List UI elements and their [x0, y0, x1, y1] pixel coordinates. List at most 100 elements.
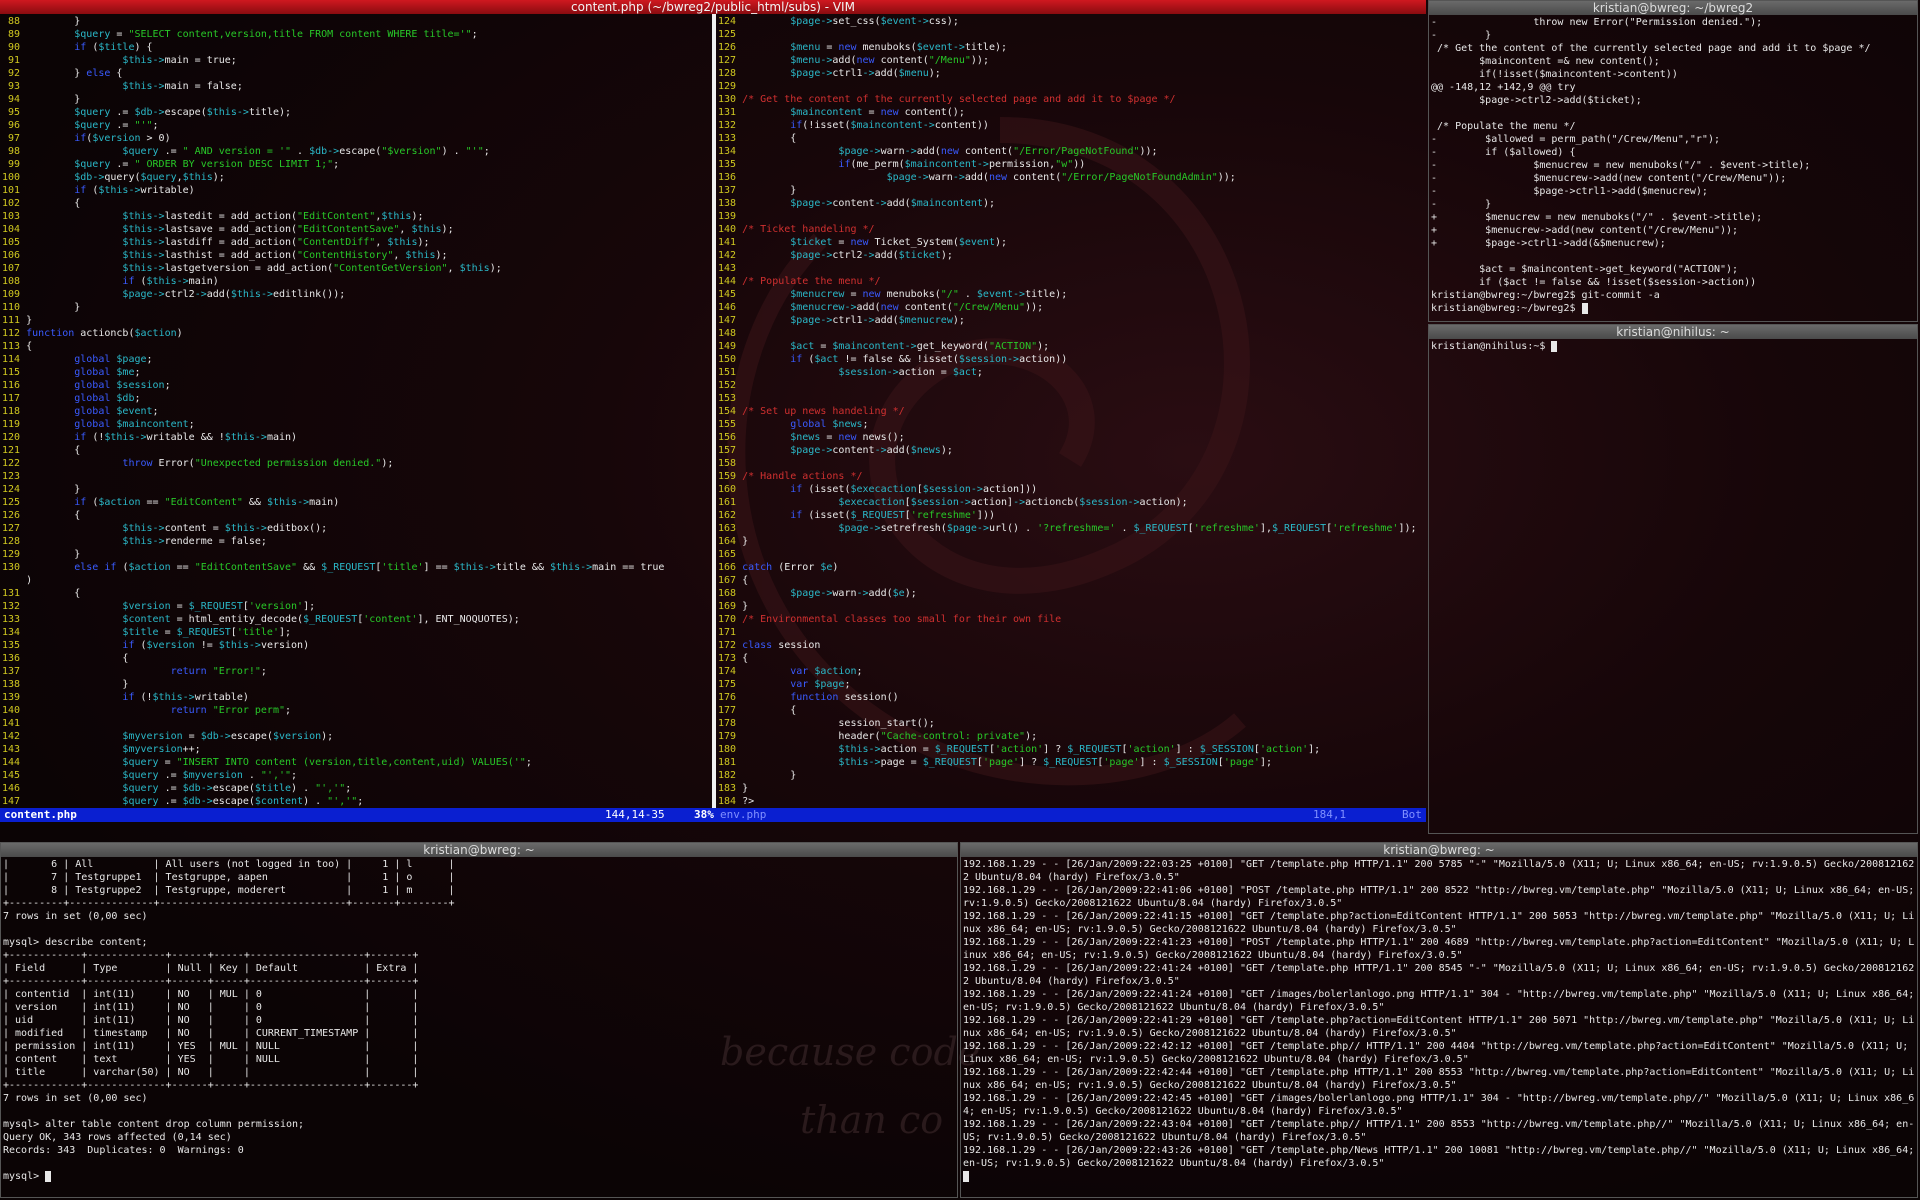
mysql-terminal-output[interactable]: | 6 | All | All users (not logged in too…	[1, 857, 957, 1197]
code-line[interactable]: 183 }	[718, 783, 748, 794]
code-line[interactable]: 144 /* Populate the menu */	[718, 276, 881, 287]
code-line[interactable]: 105 $this->lastdiff = add_action("Conten…	[2, 237, 430, 248]
code-line[interactable]: 91 $this->main = true;	[2, 55, 237, 66]
code-line[interactable]: 147 $page->ctrl1->add($menucrew);	[718, 315, 965, 326]
code-line[interactable]: 170 /* Environmental classes too small f…	[718, 614, 1061, 625]
vim-right-pane[interactable]: 124 $page->set_css($event->css); 125 126…	[716, 14, 1426, 810]
code-line[interactable]: 148	[718, 328, 742, 339]
code-line[interactable]: 108 if ($this->main)	[2, 276, 219, 287]
code-line[interactable]: 102 {	[2, 198, 80, 209]
code-line[interactable]: 140 /* Ticket handeling */	[718, 224, 875, 235]
code-line[interactable]: 143 $myversion++;	[2, 744, 201, 755]
code-line[interactable]: 116 global $session;	[2, 380, 171, 391]
code-line[interactable]: 173 {	[718, 653, 748, 664]
nihilus-terminal-output[interactable]: kristian@nihilus:~$	[1429, 339, 1917, 833]
code-line[interactable]: 133 {	[718, 133, 796, 144]
code-line[interactable]: 182 }	[718, 770, 796, 781]
code-line[interactable]: 110 }	[2, 302, 80, 313]
code-line[interactable]: 124 }	[2, 484, 80, 495]
code-line[interactable]: 136 {	[2, 653, 128, 664]
code-line[interactable]: 181 $this->page = $_REQUEST['page'] ? $_…	[718, 757, 1272, 768]
code-line[interactable]: 142 $myversion = $db->escape($version);	[2, 731, 333, 742]
code-line[interactable]: 122 throw Error("Unexpected permission d…	[2, 458, 393, 469]
nihilus-terminal-window[interactable]: kristian@nihilus: ~ kristian@nihilus:~$	[1428, 324, 1918, 834]
code-line[interactable]: 147 $query .= $db->escape($content) . "'…	[2, 796, 363, 807]
code-line[interactable]: 107 $this->lastgetversion = add_action("…	[2, 263, 502, 274]
code-line[interactable]: 150 if ($act != false && !isset($session…	[718, 354, 1067, 365]
code-line[interactable]: 180 $this->action = $_REQUEST['action'] …	[718, 744, 1320, 755]
code-line[interactable]: 166 catch (Error $e)	[718, 562, 838, 573]
code-line[interactable]: )	[2, 575, 32, 586]
code-line[interactable]: 179 header("Cache-control: private");	[718, 731, 1037, 742]
code-line[interactable]: 127 $this->content = $this->editbox();	[2, 523, 327, 534]
code-line[interactable]: 175 var $page;	[718, 679, 850, 690]
code-line[interactable]: 155 global $news;	[718, 419, 869, 430]
code-line[interactable]: 138 }	[2, 679, 128, 690]
code-line[interactable]: 132 if(!isset($maincontent->content))	[718, 120, 989, 131]
log-terminal-output[interactable]: 192.168.1.29 - - [26/Jan/2009:22:03:25 +…	[961, 857, 1917, 1197]
code-line[interactable]: 114 global $page;	[2, 354, 153, 365]
code-line[interactable]: 89 $query = "SELECT content,version,titl…	[2, 29, 478, 40]
code-line[interactable]: 92 } else {	[2, 68, 122, 79]
code-line[interactable]: 113 {	[2, 341, 32, 352]
nihilus-terminal-titlebar[interactable]: kristian@nihilus: ~	[1429, 325, 1917, 339]
code-line[interactable]: 161 $execaction[$session->action]->actio…	[718, 497, 1188, 508]
code-line[interactable]: 88 }	[2, 16, 80, 27]
code-line[interactable]: 142 $page->ctrl2->add($ticket);	[718, 250, 953, 261]
code-line[interactable]: 106 $this->lasthist = add_action("Conten…	[2, 250, 448, 261]
code-line[interactable]: 130 /* Get the content of the currently …	[718, 94, 1176, 105]
code-line[interactable]: 132 $version = $_REQUEST['version'];	[2, 601, 315, 612]
code-line[interactable]: 169 }	[718, 601, 748, 612]
code-line[interactable]: 138 $page->content->add($maincontent);	[718, 198, 995, 209]
code-line[interactable]: 126 $menu = new menuboks($event->title);	[718, 42, 1007, 53]
code-line[interactable]: 158	[718, 458, 742, 469]
code-line[interactable]: 145 $query .= $myversion . "','";	[2, 770, 297, 781]
code-line[interactable]: 112 function actioncb($action)	[2, 328, 183, 339]
code-line[interactable]: 125 if ($action == "EditContent" && $thi…	[2, 497, 339, 508]
code-line[interactable]: 98 $query .= " AND version = '" . $db->e…	[2, 146, 490, 157]
code-line[interactable]: 135 if ($version != $this->version)	[2, 640, 309, 651]
code-line[interactable]: 101 if ($this->writable)	[2, 185, 195, 196]
code-line[interactable]: 124 $page->set_css($event->css);	[718, 16, 959, 27]
code-line[interactable]: 93 $this->main = false;	[2, 81, 243, 92]
code-line[interactable]: 143	[718, 263, 742, 274]
code-line[interactable]: 168 $page->warn->add($e);	[718, 588, 917, 599]
code-line[interactable]: 139	[718, 211, 742, 222]
diff-terminal-output[interactable]: - throw new Error("Permission denied.");…	[1429, 15, 1917, 321]
code-line[interactable]: 145 $menucrew = new menuboks("/" . $even…	[718, 289, 1067, 300]
code-line[interactable]: 126 {	[2, 510, 80, 521]
code-line[interactable]: 111 }	[2, 315, 32, 326]
code-line[interactable]: 178 session_start();	[718, 718, 935, 729]
code-line[interactable]: 137 }	[718, 185, 796, 196]
code-line[interactable]: 104 $this->lastsave = add_action("EditCo…	[2, 224, 454, 235]
diff-terminal-window[interactable]: kristian@bwreg: ~/bwreg2 - throw new Err…	[1428, 0, 1918, 322]
code-line[interactable]: 141	[2, 718, 26, 729]
code-line[interactable]: 94 }	[2, 94, 80, 105]
code-line[interactable]: 121 {	[2, 445, 80, 456]
code-line[interactable]: 151 $session->action = $act;	[718, 367, 983, 378]
code-line[interactable]: 115 global $me;	[2, 367, 141, 378]
code-line[interactable]: 144 $query = "INSERT INTO content (versi…	[2, 757, 532, 768]
code-line[interactable]: 120 if (!$this->writable && !$this->main…	[2, 432, 297, 443]
code-line[interactable]: 154 /* Set up news handeling */	[718, 406, 905, 417]
code-line[interactable]: 159 /* Handle actions */	[718, 471, 863, 482]
code-line[interactable]: 157 $page->content->add($news);	[718, 445, 953, 456]
code-line[interactable]: 119 global $maincontent;	[2, 419, 195, 430]
code-line[interactable]: 176 function session()	[718, 692, 899, 703]
code-line[interactable]: 174 var $action;	[718, 666, 863, 677]
vim-window[interactable]: content.php (~/bwreg2/public_html/subs) …	[0, 0, 1426, 822]
code-line[interactable]: 134 $title = $_REQUEST['title'];	[2, 627, 291, 638]
code-line[interactable]: 90 if ($title) {	[2, 42, 153, 53]
code-line[interactable]: 163 $page->setrefresh($page->url() . '?r…	[718, 523, 1417, 534]
code-line[interactable]: 160 if (isset($execaction[$session->acti…	[718, 484, 1037, 495]
diff-terminal-titlebar[interactable]: kristian@bwreg: ~/bwreg2	[1429, 1, 1917, 15]
code-line[interactable]: 177 {	[718, 705, 796, 716]
code-line[interactable]: 130 else if ($action == "EditContentSave…	[2, 562, 664, 573]
code-line[interactable]: 133 $content = html_entity_decode($_REQU…	[2, 614, 520, 625]
code-line[interactable]: 141 $ticket = new Ticket_System($event);	[718, 237, 1007, 248]
mysql-terminal-titlebar[interactable]: kristian@bwreg: ~	[1, 843, 957, 857]
code-line[interactable]: 156 $news = new news();	[718, 432, 905, 443]
code-line[interactable]: 172 class session	[718, 640, 820, 651]
code-line[interactable]: 152	[718, 380, 742, 391]
code-line[interactable]: 164 }	[718, 536, 748, 547]
